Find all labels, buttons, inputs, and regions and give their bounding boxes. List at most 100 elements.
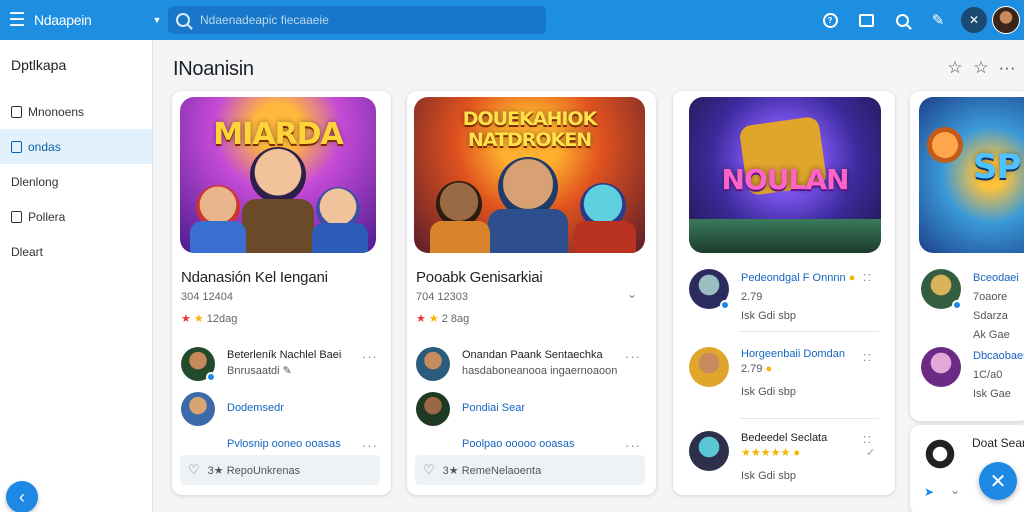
avatar	[921, 269, 962, 310]
footer-text: 3★ RepoUnkrenas	[207, 464, 301, 477]
app-title[interactable]: Ndaapein	[34, 12, 146, 28]
game-card[interactable]: DOUEKAHIOK NATDROKEN Pooabk Genisarkiai …	[407, 91, 656, 495]
sidebar-item-label: ondas	[28, 139, 61, 154]
card-title[interactable]: Ndanasión Kel Iengani	[181, 269, 328, 286]
star-icon: ★	[193, 313, 204, 325]
close-button[interactable]: ✕	[979, 462, 1017, 500]
avatar[interactable]	[992, 6, 1020, 34]
sidebar-item-mnonoens[interactable]: Mnonoens	[0, 94, 152, 129]
more-icon[interactable]: ···	[998, 58, 1016, 78]
caret-down-icon[interactable]: ▼	[146, 15, 168, 25]
comment-author: Dbcaobaes	[973, 350, 1024, 362]
comment-row[interactable]: Pvlosnip ooneo ooasas	[227, 438, 341, 450]
character-body	[430, 221, 490, 253]
game-art[interactable]: DOUEKAHIOK NATDROKEN	[414, 97, 645, 253]
character-image	[927, 127, 963, 163]
game-card[interactable]: SP Bceodaei 7oaore Sdarza Ak Gae Dbcaoba…	[910, 91, 1024, 421]
more-icon[interactable]: ···	[625, 349, 641, 364]
search-icon[interactable]	[884, 0, 920, 40]
card-footer[interactable]: ♡ 3★ RemeNelaoenta	[415, 455, 645, 485]
header-actions: ☆ ☆ ···	[946, 58, 1016, 78]
search-box[interactable]	[168, 6, 546, 34]
rating: ★ ★ 2 8ag	[416, 312, 470, 326]
comment-text: Isk Gdi sbp	[741, 470, 797, 482]
ground-image	[689, 219, 881, 253]
more-icon[interactable]: ···	[625, 438, 641, 453]
search-input[interactable]	[200, 13, 520, 27]
comment-row[interactable]: Dbcaobaes 1C/a0 Isk Gae	[921, 347, 1024, 404]
tools-icon[interactable]: ✕	[961, 7, 987, 33]
comment-score: 7oaore Sdarza	[973, 291, 1008, 322]
footer-text: 3★ RemeNelaoenta	[442, 464, 542, 477]
menu-icon[interactable]: ☰	[0, 0, 34, 40]
chevron-down-icon[interactable]: ⌄	[950, 483, 960, 497]
more-icon[interactable]: ···	[362, 438, 378, 453]
comment-row[interactable]: Bceodaei 7oaore Sdarza Ak Gae	[921, 269, 1024, 345]
help-icon[interactable]: ?	[812, 0, 848, 40]
verified-badge-icon	[952, 300, 962, 310]
sidebar-heading: Dptlkapa	[11, 57, 67, 73]
rating-text: 12dag	[206, 312, 238, 325]
comment-row[interactable]: Dodemsedr	[181, 392, 284, 426]
comment-score: 2.79 ●	[741, 363, 773, 375]
page-title: INoanisin	[173, 58, 254, 80]
comment-text: Bnrusaatdi ✎	[227, 365, 292, 377]
rating-text: 2 8ag	[441, 312, 470, 325]
game-art[interactable]: MIARDA	[180, 97, 376, 253]
star-outline-icon[interactable]: ☆	[972, 58, 990, 78]
game-card[interactable]: NOULAN Pedeondgal F Onnnn ● 2.79 Isk Gdi…	[673, 91, 895, 495]
avatar	[181, 347, 216, 382]
share-icon[interactable]: ➤	[924, 485, 934, 499]
character-image	[498, 157, 558, 217]
chevron-down-icon[interactable]: ⌄	[627, 287, 637, 301]
comment-text: Isk Gae	[973, 388, 1011, 400]
comment-row[interactable]: Pedeondgal F Onnnn ● 2.79 Isk Gdi sbp	[689, 269, 855, 326]
avatar	[181, 392, 215, 426]
game-art-title: DOUEKAHIOK NATDROKEN	[462, 108, 598, 151]
character-image	[250, 147, 306, 203]
comment-row[interactable]: Horgeenbaii Domdan 2.79 ● Isk Gdi sbp	[689, 347, 845, 400]
game-card[interactable]: MIARDA Ndanasión Kel Iengani 304 12404 ★…	[172, 91, 391, 495]
character-body	[488, 209, 568, 253]
thumbs-up-icon[interactable]: ♡	[188, 462, 200, 478]
back-button[interactable]: ‹	[6, 481, 38, 512]
avatar	[416, 347, 450, 381]
card-meta: 704 12303	[416, 291, 468, 303]
sidebar-item-label: Mnonoens	[28, 104, 85, 119]
bookmark-icon[interactable]	[848, 0, 884, 40]
sidebar-item-dleart[interactable]: Dleart	[0, 234, 152, 269]
comment-text: Isk Gdi sbp	[741, 386, 797, 398]
comment-row[interactable]: Onandan Paank Sentaechka hasdaboneanooa …	[416, 347, 617, 381]
verified-badge-icon	[720, 300, 730, 310]
mini-card-title: Doat Sean	[972, 436, 1024, 450]
comment-row[interactable]: Bedeedel Seclata ★★★★★ ● Isk Gdi sbp	[689, 431, 827, 484]
sidebar-item-ondas[interactable]: ondas	[0, 129, 152, 164]
card-title[interactable]: Pooabk Genisarkiai	[416, 269, 543, 286]
comment-score: 2.79	[741, 291, 763, 303]
sidebar-item-pollera[interactable]: Pollera	[0, 199, 152, 234]
comment-row[interactable]: Poolpao ooooo ooasas	[462, 438, 575, 450]
avatar	[689, 347, 729, 387]
more-icon[interactable]: ::	[863, 269, 872, 284]
star-outline-icon[interactable]: ☆	[946, 58, 964, 78]
comment-author: Onandan Paank Sentaechka	[462, 349, 603, 361]
more-icon[interactable]: ···	[362, 349, 378, 364]
comment-text: hasdaboneanooa ingaernoaoon	[462, 365, 618, 377]
thumbs-up-icon[interactable]: ♡	[423, 462, 435, 478]
comment-author: Poolpao ooooo ooasas	[462, 438, 575, 450]
comment-score: ★★★★★ ●	[741, 447, 801, 459]
more-icon[interactable]: ::	[863, 431, 872, 446]
game-art-title: SP	[973, 147, 1021, 187]
game-art[interactable]: SP	[919, 97, 1024, 253]
file-icon	[11, 140, 22, 153]
pin-icon[interactable]: ✎	[920, 0, 956, 40]
comment-score: 1C/a0	[973, 369, 1003, 381]
avatar	[416, 392, 450, 426]
card-footer[interactable]: ♡ 3★ RepoUnkrenas	[180, 455, 380, 485]
avatar	[689, 431, 729, 471]
game-art[interactable]: NOULAN	[689, 97, 881, 253]
comment-row[interactable]: Beterleník Nachlel Baei Bnrusaatdi ✎	[181, 347, 341, 382]
more-icon[interactable]: ::	[863, 349, 872, 364]
sidebar-item-dlenlong[interactable]: Dlenlong	[0, 164, 152, 199]
comment-row[interactable]: Pondiai Sear	[416, 392, 525, 426]
